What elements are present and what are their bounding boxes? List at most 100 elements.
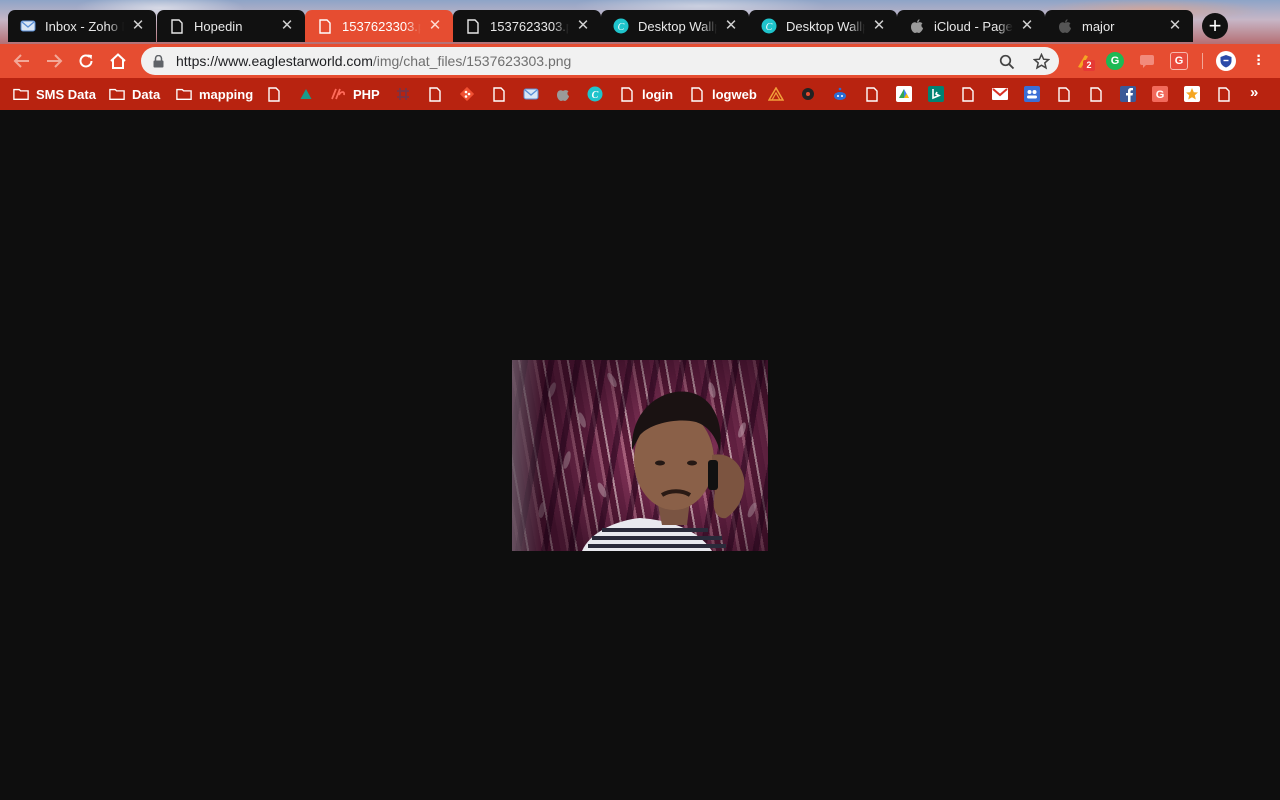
tab-title: Inbox - Zoho M xyxy=(45,18,124,34)
tab-desktop-wallpaper[interactable]: C Desktop Wallp ✕ xyxy=(601,10,749,42)
page-icon xyxy=(427,86,443,102)
bookmark-page[interactable] xyxy=(266,84,282,104)
grammarly-extension-button[interactable]: G xyxy=(1106,52,1124,70)
svg-text:C: C xyxy=(766,22,773,33)
delta-icon xyxy=(298,86,314,102)
svg-text:C: C xyxy=(618,22,625,33)
close-icon[interactable]: ✕ xyxy=(1167,18,1183,34)
menu-button[interactable]: · · · xyxy=(1250,49,1268,73)
close-icon[interactable]: ✕ xyxy=(575,18,591,34)
bing-icon xyxy=(928,86,944,102)
slack-icon xyxy=(395,86,411,102)
php-icon xyxy=(330,86,346,102)
zoho-mail-icon xyxy=(523,86,539,102)
google-plus-icon: G xyxy=(1152,86,1168,102)
facebook-icon xyxy=(1120,86,1136,102)
close-icon[interactable]: ✕ xyxy=(871,18,887,34)
page-icon xyxy=(266,86,282,102)
bookmark-apple[interactable] xyxy=(555,84,571,104)
bookmark-page[interactable] xyxy=(1216,84,1232,104)
back-arrow-icon xyxy=(13,54,29,68)
reload-button[interactable] xyxy=(74,49,98,73)
close-icon[interactable]: ✕ xyxy=(130,18,146,34)
google-extension-button[interactable]: G xyxy=(1170,52,1188,70)
close-icon[interactable]: ✕ xyxy=(723,18,739,34)
bookmark-people[interactable] xyxy=(1024,84,1040,104)
bookmark-delta[interactable] xyxy=(298,84,314,104)
bookmark-php[interactable]: PHP xyxy=(330,84,380,104)
tab-icloud-pages[interactable]: iCloud - Pages ✕ xyxy=(897,10,1045,42)
bookmark-label: PHP xyxy=(353,86,380,102)
bookmark-bing[interactable] xyxy=(928,84,944,104)
tab-strip: Inbox - Zoho M ✕ Hopedin ✕ 1537623303.p … xyxy=(0,0,1280,44)
bookmark-page[interactable] xyxy=(491,84,507,104)
gmail-icon xyxy=(992,86,1008,102)
bookmark-label: Data xyxy=(132,86,161,102)
tab-major[interactable]: major ✕ xyxy=(1045,10,1193,42)
tab-image[interactable]: 1537623303.p ✕ xyxy=(453,10,601,42)
lock-icon[interactable] xyxy=(153,54,167,68)
git-icon xyxy=(459,86,475,102)
close-icon[interactable]: ✕ xyxy=(1019,18,1035,34)
bookmark-page[interactable] xyxy=(960,84,976,104)
tab-image-active[interactable]: 1537623303.p ✕ xyxy=(305,10,453,42)
extension-chat-button[interactable] xyxy=(1138,52,1156,70)
bookmarks-overflow-icon[interactable]: » xyxy=(1250,84,1258,101)
new-tab-button[interactable]: + xyxy=(1202,13,1228,39)
bookmark-logweb[interactable]: logweb xyxy=(689,84,757,104)
bookmark-login[interactable]: login xyxy=(619,84,673,104)
close-icon[interactable]: ✕ xyxy=(427,18,443,34)
bookmark-star[interactable] xyxy=(1184,84,1200,104)
forward-button[interactable] xyxy=(42,49,66,73)
shield-icon xyxy=(1220,55,1232,68)
bookmark-mapping[interactable]: mapping xyxy=(176,84,253,104)
toolbar-divider xyxy=(1202,53,1203,69)
folder-icon xyxy=(109,86,125,102)
address-bar[interactable]: https://www.eaglestarworld.com/img/chat_… xyxy=(141,47,1059,75)
bookmark-google-plus[interactable]: G xyxy=(1152,84,1168,104)
bookmark-facebook[interactable] xyxy=(1120,84,1136,104)
bookmark-sms-data[interactable]: SMS Data xyxy=(13,84,96,104)
bookmark-page[interactable] xyxy=(1056,84,1072,104)
bookmark-page[interactable] xyxy=(1088,84,1104,104)
tab-title: iCloud - Pages xyxy=(934,18,1013,34)
tab-title: Desktop Wallp xyxy=(638,18,717,34)
home-button[interactable] xyxy=(106,49,130,73)
tab-title: major xyxy=(1082,18,1115,34)
tab-desktop-wallpaper-2[interactable]: C Desktop Wallp ✕ xyxy=(749,10,897,42)
page-icon xyxy=(864,86,880,102)
tab-inbox-zoho[interactable]: Inbox - Zoho M ✕ xyxy=(8,10,156,42)
extension-pencil-button[interactable]: 2 xyxy=(1074,52,1095,71)
google-drive-icon xyxy=(896,86,912,102)
back-button[interactable] xyxy=(10,49,34,73)
google-icon: G xyxy=(1174,55,1184,67)
bookmark-google-drive[interactable] xyxy=(896,84,912,104)
bookmark-data[interactable]: Data xyxy=(109,84,160,104)
bookmark-label: login xyxy=(642,86,674,102)
people-icon xyxy=(1024,86,1040,102)
folder-icon xyxy=(13,86,29,102)
grammarly-icon: G xyxy=(1110,55,1120,67)
url-path: /img/chat_files/1537623303.png xyxy=(372,53,572,69)
profile-avatar[interactable] xyxy=(1216,51,1236,71)
bookmark-dot[interactable] xyxy=(800,84,816,104)
bookmark-canva[interactable]: C xyxy=(587,84,603,104)
bookmark-git[interactable] xyxy=(459,84,475,104)
bookmark-page[interactable] xyxy=(427,84,443,104)
bookmark-gmail[interactable] xyxy=(992,84,1008,104)
dot-icon xyxy=(800,86,816,102)
bookmark-reddit[interactable] xyxy=(832,84,848,104)
bookmark-zoho-mail[interactable] xyxy=(523,84,539,104)
canva-icon: C xyxy=(761,18,777,34)
bookmarks-bar: SMS Data Data mapping PHP C login logweb… xyxy=(0,78,1280,110)
chat-icon xyxy=(1140,55,1154,68)
bookmark-page[interactable] xyxy=(864,84,880,104)
page-icon xyxy=(169,18,185,34)
bookmark-slack[interactable] xyxy=(395,84,411,104)
close-icon[interactable]: ✕ xyxy=(279,18,295,34)
zoom-button[interactable] xyxy=(998,53,1016,71)
bookmark-mountain[interactable] xyxy=(768,84,784,104)
reload-icon xyxy=(79,54,93,68)
tab-hopedin[interactable]: Hopedin ✕ xyxy=(157,10,305,42)
bookmark-star-button[interactable] xyxy=(1032,52,1050,70)
